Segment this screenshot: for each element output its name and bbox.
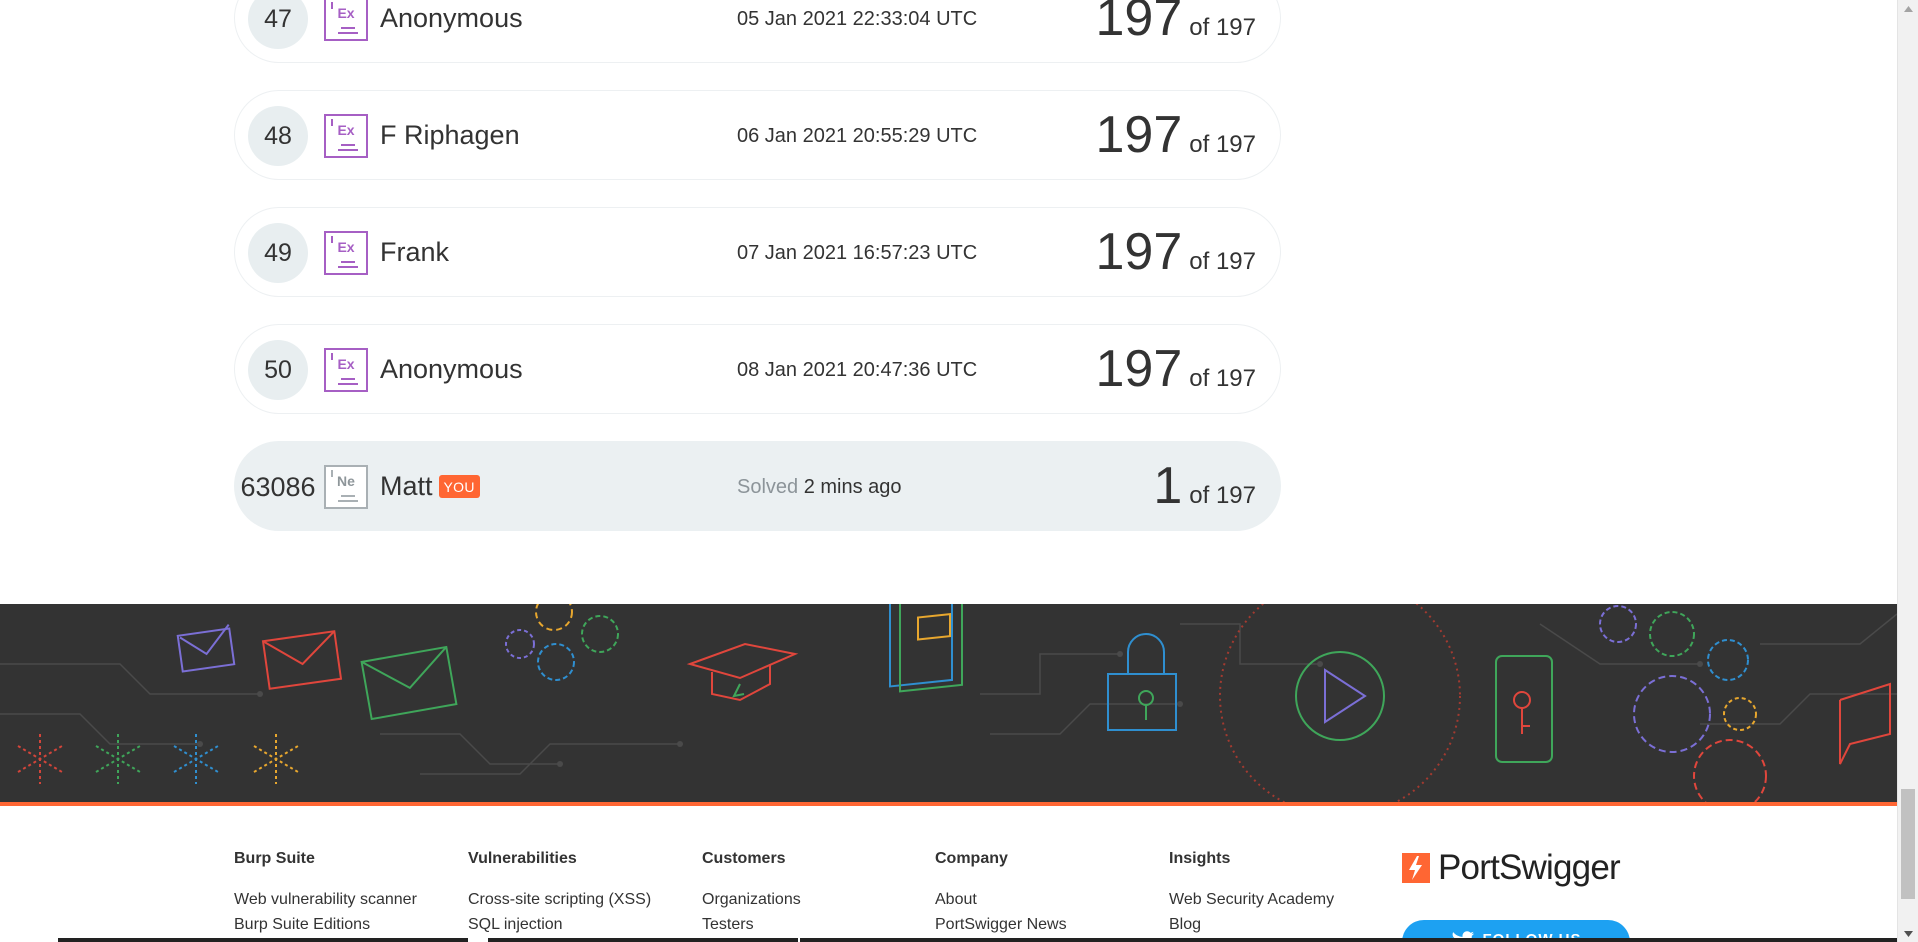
user-name: Anonymous [380, 354, 523, 384]
leaderboard-row: 48 Ex F Riphagen 06 Jan 2021 20:55:29 UT… [234, 90, 1281, 180]
gear-icon [1599, 605, 1767, 802]
footer-heading: Burp Suite [234, 850, 315, 867]
score-total: of 197 [1189, 482, 1256, 509]
footer-link[interactable]: Web Security Academy [1169, 887, 1334, 912]
footer-link[interactable]: Burp Suite Editions [234, 912, 417, 937]
score: 1 of 197 [1153, 458, 1256, 514]
level-badge-icon: Ex [324, 0, 368, 41]
you-badge: YOU [438, 475, 480, 498]
footer-link[interactable]: Cross-site scripting (XSS) [468, 887, 651, 912]
score: 197 of 197 [1096, 0, 1257, 46]
rank-badge: 50 [248, 340, 308, 400]
user-name: F Riphagen [380, 120, 520, 150]
scroll-thumb[interactable] [1901, 789, 1915, 899]
padlock-icon [1107, 633, 1177, 731]
footer-heading: Vulnerabilities [468, 850, 577, 867]
solved-date: Solved 2 mins ago [737, 476, 902, 498]
footer-link[interactable]: Organizations [702, 887, 801, 912]
score-value: 197 [1095, 223, 1183, 281]
page: 47 Ex Anonymous 05 Jan 2021 22:33:04 UTC… [0, 0, 1918, 942]
graduation-cap-icon [686, 642, 799, 702]
footer-link[interactable]: About [935, 887, 1067, 912]
level-badge-icon: Ex [324, 231, 368, 275]
rank-badge: 47 [248, 0, 308, 49]
leaderboard-row: 50 Ex Anonymous 08 Jan 2021 20:47:36 UTC… [234, 324, 1281, 414]
footer-link[interactable]: Testers [702, 912, 801, 937]
solved-date: 06 Jan 2021 20:55:29 UTC [737, 125, 978, 147]
score-total: of 197 [1189, 14, 1256, 41]
score-value: 197 [1095, 106, 1183, 164]
footer-banner [0, 604, 1897, 806]
footer-column-insights: Insights Web Security Academy Blog [1169, 850, 1334, 937]
gear-icon [505, 604, 619, 681]
score-total: of 197 [1189, 131, 1256, 158]
footer-link[interactable]: SQL injection [468, 912, 651, 937]
phone-icon [1495, 655, 1553, 763]
footer-column-company: Company About PortSwigger News [935, 850, 1067, 937]
play-icon [1219, 604, 1461, 802]
user-name: Matt YOU [380, 471, 480, 502]
user-name: Frank [380, 237, 450, 267]
footer-link[interactable]: Web vulnerability scanner [234, 887, 417, 912]
current-user-row: 63086 Ne Matt YOU Solved 2 mins ago 1 of… [234, 441, 1281, 531]
scroll-up-icon[interactable] [1898, 0, 1918, 17]
portswigger-logo-icon [1402, 853, 1430, 883]
rank-badge: 49 [248, 223, 308, 283]
leaderboard-row: 47 Ex Anonymous 05 Jan 2021 22:33:04 UTC… [234, 0, 1281, 63]
user-name: Anonymous [380, 3, 523, 33]
rank-badge: 48 [248, 106, 308, 166]
level-badge-icon: Ex [324, 348, 368, 392]
footer-column-vulnerabilities: Vulnerabilities Cross-site scripting (XS… [468, 850, 651, 937]
footer-link[interactable]: PortSwigger News [935, 912, 1067, 937]
score-total: of 197 [1189, 365, 1256, 392]
score: 197 of 197 [1096, 107, 1257, 163]
score-value: 1 [1153, 457, 1183, 515]
leaderboard-row: 49 Ex Frank 07 Jan 2021 16:57:23 UTC 197… [234, 207, 1281, 297]
score: 197 of 197 [1096, 224, 1257, 280]
score-total: of 197 [1189, 248, 1256, 275]
vertical-scrollbar[interactable] [1897, 0, 1918, 942]
envelope-icon [360, 645, 458, 721]
score-value: 197 [1095, 340, 1183, 398]
footer-column-customers: Customers Organizations Testers [702, 850, 801, 937]
level-badge-icon: Ne [324, 465, 368, 509]
score: 197 of 197 [1096, 341, 1257, 397]
solved-date: 08 Jan 2021 20:47:36 UTC [737, 359, 978, 381]
envelope-icon [261, 630, 343, 690]
portswigger-logo[interactable]: PortSwigger [1402, 848, 1621, 887]
leaderboard: 47 Ex Anonymous 05 Jan 2021 22:33:04 UTC… [234, 0, 1281, 558]
footer-column-burp-suite: Burp Suite Web vulnerability scanner Bur… [234, 850, 417, 937]
envelope-icon [176, 623, 236, 673]
score-value: 197 [1095, 0, 1183, 47]
book-icon [889, 604, 963, 693]
scroll-down-icon[interactable] [1898, 925, 1918, 942]
level-badge-icon: Ex [324, 114, 368, 158]
bottom-strip [0, 938, 1897, 942]
solved-date: 07 Jan 2021 16:57:23 UTC [737, 242, 978, 264]
footer-link[interactable]: Blog [1169, 912, 1334, 937]
footer-heading: Company [935, 850, 1008, 867]
footer-heading: Customers [702, 850, 786, 867]
footer-heading: Insights [1169, 850, 1231, 867]
solved-date: 05 Jan 2021 22:33:04 UTC [737, 8, 978, 30]
rank-badge: 63086 [240, 471, 316, 502]
brand-name: PortSwigger [1438, 848, 1621, 887]
